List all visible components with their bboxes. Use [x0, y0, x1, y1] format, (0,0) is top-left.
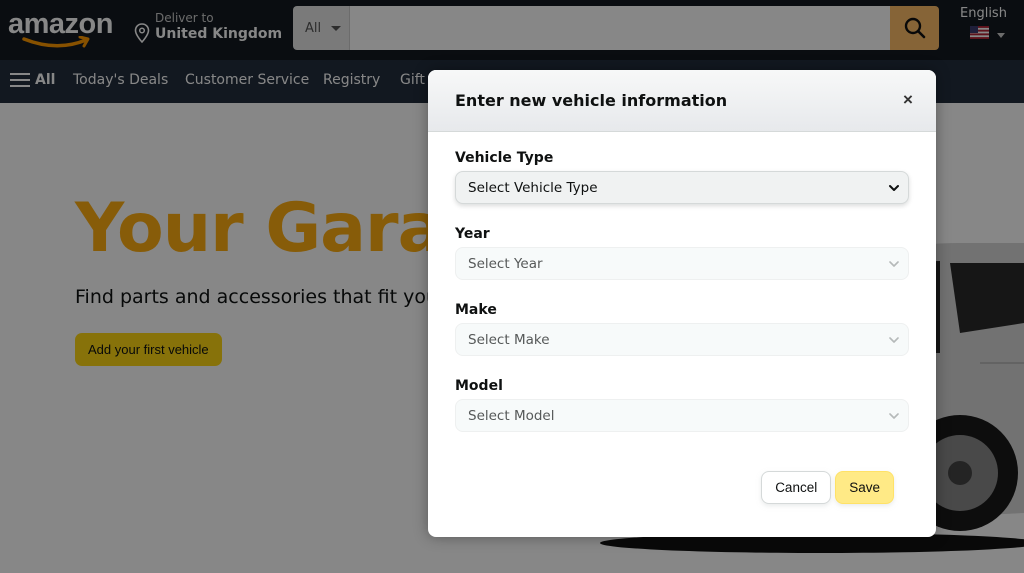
chevron-down-icon: [889, 185, 899, 191]
save-button[interactable]: Save: [835, 471, 894, 504]
new-vehicle-modal: Enter new vehicle information × Vehicle …: [428, 70, 936, 537]
cancel-button[interactable]: Cancel: [761, 471, 832, 504]
make-value: Select Make: [468, 331, 550, 348]
chevron-down-icon: [889, 261, 899, 267]
chevron-down-icon: [889, 337, 899, 343]
chevron-down-icon: [889, 413, 899, 419]
vehicle-type-select[interactable]: Select Vehicle Type: [455, 171, 909, 204]
model-select[interactable]: Select Model: [455, 399, 909, 432]
year-label: Year: [455, 226, 490, 242]
vehicle-type-value: Select Vehicle Type: [468, 179, 598, 196]
year-select[interactable]: Select Year: [455, 247, 909, 280]
make-select[interactable]: Select Make: [455, 323, 909, 356]
model-label: Model: [455, 378, 503, 394]
modal-header: Enter new vehicle information ×: [428, 70, 936, 132]
modal-footer: Cancel Save: [761, 471, 894, 504]
close-icon[interactable]: ×: [900, 91, 916, 108]
model-value: Select Model: [468, 407, 555, 424]
year-value: Select Year: [468, 255, 543, 272]
vehicle-form: Vehicle Type Select Vehicle Type Year Se…: [455, 150, 910, 454]
make-label: Make: [455, 302, 497, 318]
modal-title: Enter new vehicle information: [455, 91, 728, 110]
vehicle-type-label: Vehicle Type: [455, 150, 554, 166]
